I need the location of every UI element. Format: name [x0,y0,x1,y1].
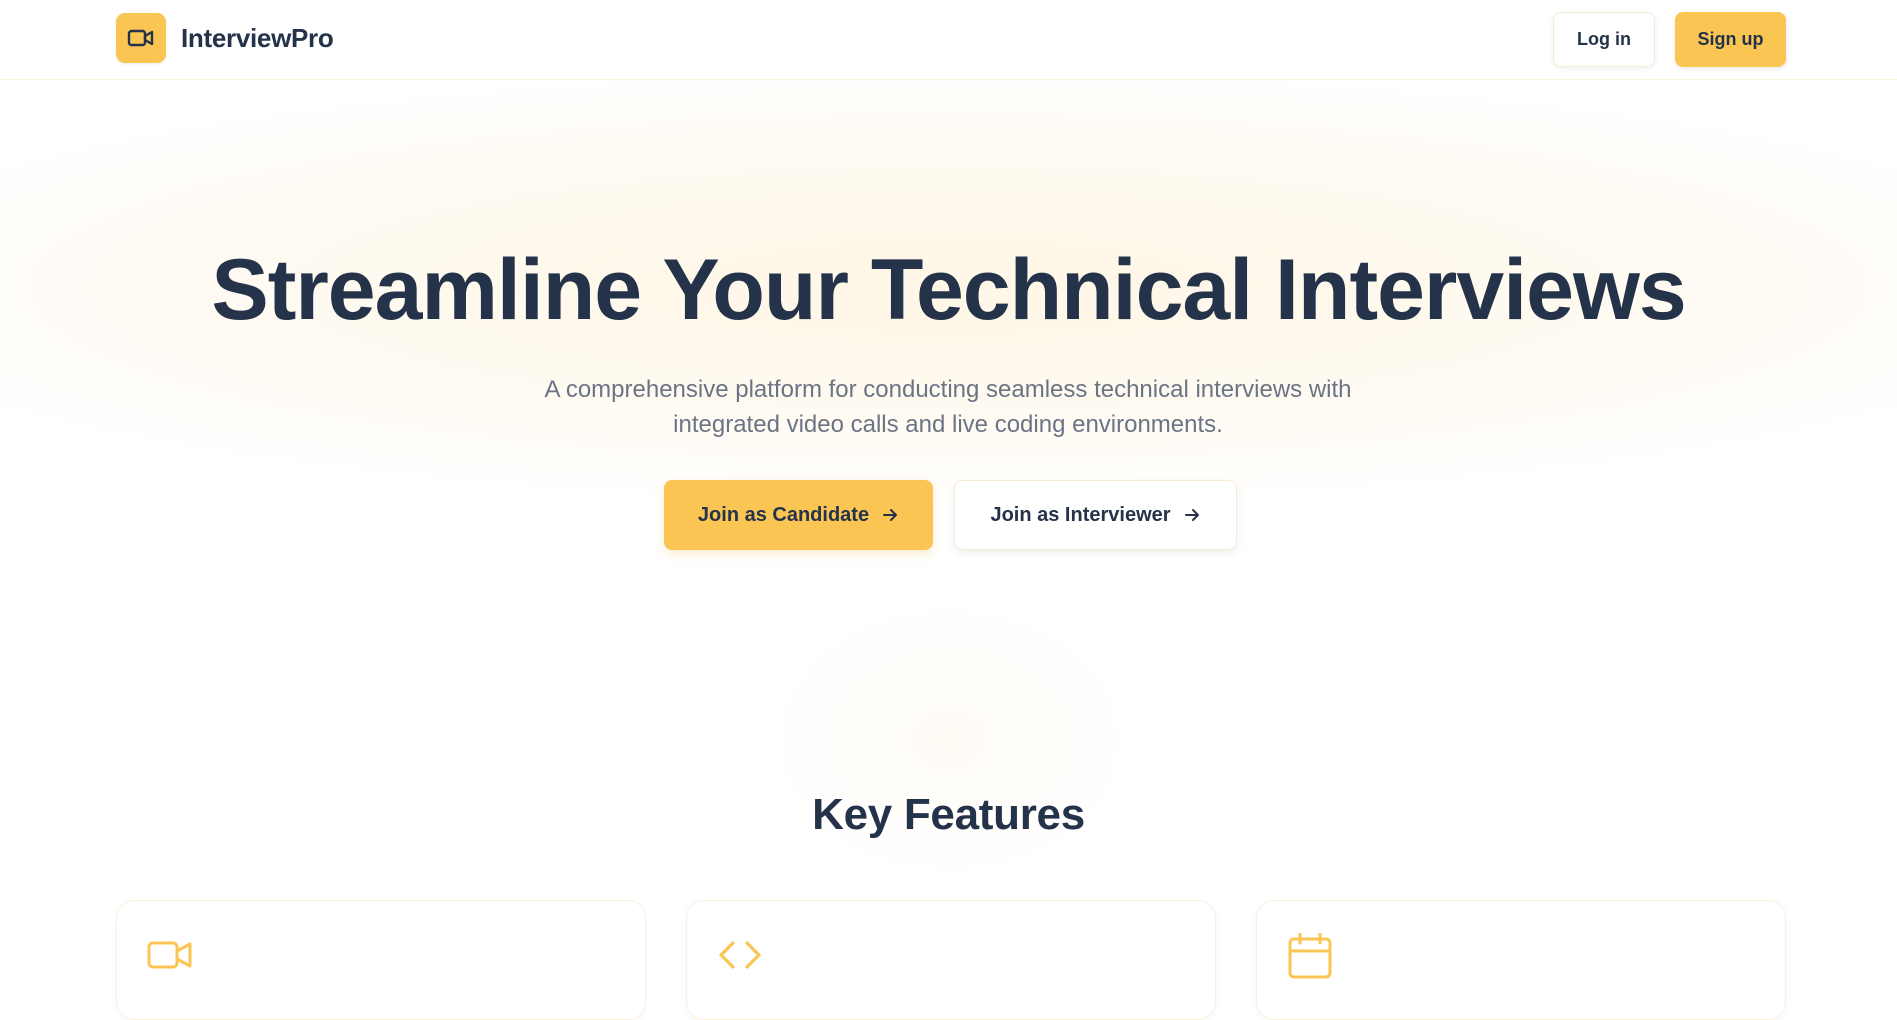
feature-card-code [686,900,1216,1020]
top-navbar: InterviewPro Log in Sign up [0,0,1897,80]
join-as-candidate-label: Join as Candidate [697,503,870,526]
join-as-interviewer-button[interactable]: Join as Interviewer [954,480,1237,550]
calendar-icon [1288,933,1332,979]
features-title: Key Features [812,790,1085,839]
video-camera-icon [147,941,192,969]
video-camera-icon [127,29,154,47]
join-as-candidate-button[interactable]: Join as Candidate [664,480,933,550]
brand-logo [116,13,166,63]
code-icon [719,941,761,969]
signup-button[interactable]: Sign up [1675,12,1786,67]
hero-title: Streamline Your Technical Interviews [211,242,1686,338]
join-as-interviewer-label: Join as Interviewer [990,503,1171,526]
hero-subtitle: A comprehensive platform for conducting … [544,376,1352,438]
feature-card-video [116,900,646,1020]
feature-card-calendar [1256,900,1786,1020]
decorative-glow [755,590,1145,890]
brand[interactable]: InterviewPro [116,13,334,63]
arrow-right-icon [883,509,898,521]
brand-name: InterviewPro [181,22,334,53]
arrow-right-icon [1184,509,1199,521]
login-button[interactable]: Log in [1553,12,1655,67]
